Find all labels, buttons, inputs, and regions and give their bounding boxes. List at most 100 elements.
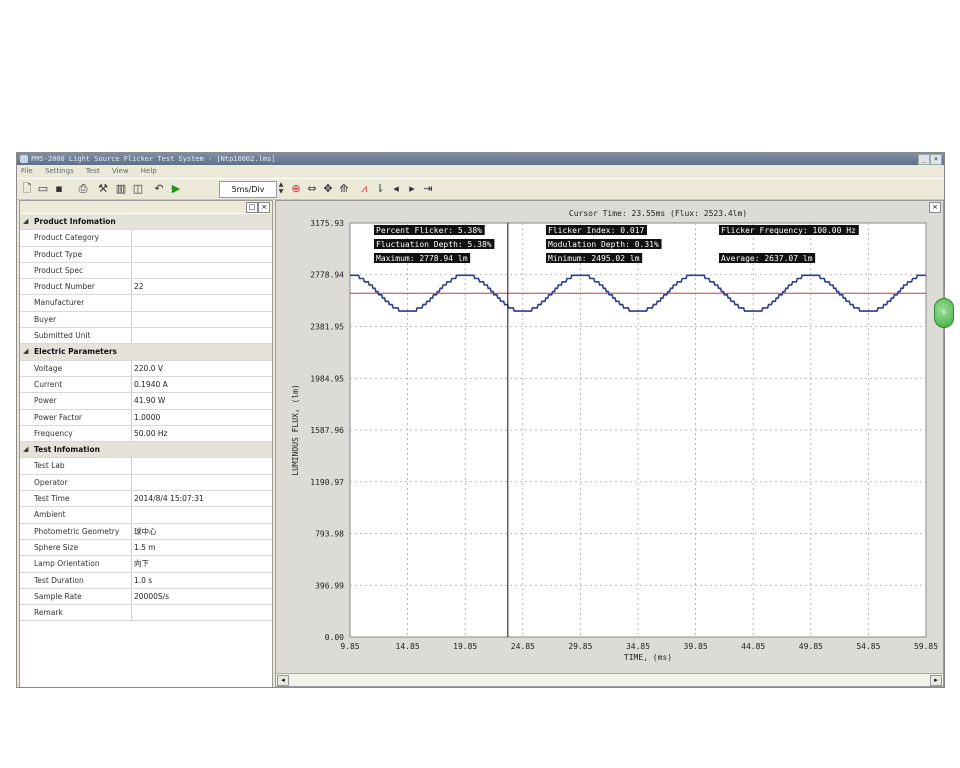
property-row[interactable]: Frequency 50.00 Hz (20, 425, 272, 443)
x-tick-label: 29.85 (568, 642, 592, 651)
property-row[interactable]: Product Spec (20, 262, 272, 280)
property-row[interactable]: Sphere Size 1.5 m (20, 539, 272, 557)
flux-chart[interactable]: 9.85 14.85 19.85 24.85 29.85 34.85 39.85 44.85 4… (276, 201, 943, 673)
y-tick-label: 793.98 (315, 530, 344, 539)
property-value[interactable]: 50.00 Hz (131, 426, 272, 441)
property-key: Operator (32, 474, 132, 491)
property-row[interactable]: Lamp Orientation 向下 (20, 556, 272, 573)
property-row[interactable]: Power 41.90 W (20, 393, 272, 410)
window-icon[interactable]: ◫ (131, 182, 145, 196)
property-key: Photometric Geometry (32, 523, 132, 539)
menu-help[interactable]: Help (141, 167, 157, 175)
property-row[interactable]: Submitted Unit (20, 328, 272, 345)
y-tick-label: 1190.97 (310, 478, 344, 487)
property-key: Product Type (32, 246, 132, 262)
x-tick-label: 39.85 (684, 642, 708, 651)
menu-view[interactable]: View (112, 167, 129, 175)
property-row[interactable]: Product Number 22 (20, 279, 272, 296)
property-row[interactable]: Buyer (20, 311, 272, 329)
property-value[interactable]: 向下 (131, 556, 272, 571)
property-key: Power (32, 393, 132, 409)
scroll-right-icon[interactable]: ▸ (930, 675, 942, 686)
time-div-spinner[interactable]: ▲ ▼ (277, 181, 285, 196)
property-row[interactable]: Operator (20, 474, 272, 492)
prev-icon[interactable]: ◂ (389, 182, 403, 196)
print-icon[interactable]: ⎙ (76, 182, 90, 196)
horizontal-scrollbar[interactable]: ◂ ▸ (276, 673, 943, 686)
x-tick-label: 59.85 (914, 642, 938, 651)
move-icon[interactable]: ✥ (321, 182, 335, 196)
property-value[interactable]: 20000S/s (131, 589, 272, 604)
property-row[interactable]: Product Type (20, 246, 272, 263)
save-icon[interactable]: ▪ (52, 182, 66, 196)
property-category[interactable]: ◢ Electric Parameters (20, 344, 272, 361)
peak-icon[interactable]: ⩘ (357, 182, 371, 196)
x-tick-label: 34.85 (626, 642, 650, 651)
x-tick-label: 14.85 (396, 642, 420, 651)
undo-icon[interactable]: ↶ (152, 182, 166, 196)
property-row[interactable]: Voltage 220.0 V (20, 360, 272, 377)
menu-test[interactable]: Test (86, 167, 100, 175)
side-action-button[interactable]: › (934, 298, 954, 328)
minimize-button[interactable]: _ (918, 154, 930, 165)
pane-restore-icon[interactable]: □ (246, 202, 258, 213)
open-icon[interactable]: ▭ (36, 182, 50, 196)
property-row[interactable]: Test Time 2014/8/4 15:07:31 (20, 491, 272, 508)
property-row[interactable]: Test Lab (20, 458, 272, 475)
property-key: Remark (32, 605, 132, 621)
property-row[interactable]: Product Category (20, 230, 272, 247)
time-div-input[interactable]: 5ms/Div (219, 181, 277, 198)
step-icon[interactable]: ⇂ (373, 182, 387, 196)
chart-pane: × 9.85 14.85 19.85 24.85 29.85 34.85 39.85 44.8… (275, 200, 944, 687)
property-value[interactable]: 2014/8/4 15:07:31 (131, 491, 272, 506)
property-row[interactable]: Ambient (20, 507, 272, 524)
next-icon[interactable]: ▸ (405, 182, 419, 196)
tools-icon[interactable]: ⚒ (96, 182, 110, 196)
property-value[interactable]: 220.0 V (131, 361, 272, 376)
property-value[interactable]: 1.0 s (131, 573, 272, 588)
menu-bar: File Settings Test View Help (17, 165, 944, 177)
menu-settings[interactable]: Settings (45, 167, 74, 175)
category-label: Test Infomation (34, 445, 100, 455)
end-icon[interactable]: ⇥ (421, 182, 435, 196)
fit-icon[interactable]: ⟰ (337, 182, 351, 196)
property-value[interactable]: 22 (131, 279, 272, 294)
property-value[interactable]: 1.5 m (131, 540, 272, 555)
scroll-left-icon[interactable]: ◂ (277, 675, 289, 686)
pane-close-icon[interactable]: × (258, 202, 270, 213)
property-key: Product Category (32, 230, 132, 246)
toolbar: 🗋 ▭ ▪ ⎙ ⚒ ▥ ◫ ↶ ▶ 5ms/Div ▲ ▼ ⊕ ⇔ ✥ ⟰ ⩘ ⇂… (17, 178, 944, 200)
play-icon[interactable]: ▶ (169, 182, 183, 196)
property-value[interactable]: 0.1940 A (131, 377, 272, 392)
pan-icon[interactable]: ⇔ (305, 182, 319, 196)
new-icon[interactable]: 🗋 (20, 182, 34, 196)
property-key: Lamp Orientation (32, 556, 132, 572)
property-key: Submitted Unit (32, 328, 132, 344)
property-row[interactable]: Sample Rate 20000S/s (20, 588, 272, 606)
property-category[interactable]: ◢ Test Infomation (20, 442, 272, 459)
property-row[interactable]: Power Factor 1.0000 (20, 409, 272, 426)
y-tick-label: 1984.95 (310, 374, 344, 383)
chart-icon[interactable]: ▥ (114, 182, 128, 196)
property-grid: ◢ Product Infomation Product Category Produ… (20, 214, 272, 622)
property-row[interactable]: Remark (20, 605, 272, 622)
y-axis-label: LUMINOUS FLUX, (lm) (291, 384, 300, 476)
stat-label: Modulation Depth: 0.31% (548, 240, 659, 249)
property-value[interactable]: 1.0000 (131, 410, 272, 425)
x-tick-label: 54.85 (856, 642, 880, 651)
menu-file[interactable]: File (21, 167, 33, 175)
stat-label: Maximum: 2778.94 lm (376, 254, 468, 263)
property-value[interactable]: 球中心 (131, 524, 272, 539)
property-key: Buyer (32, 311, 132, 328)
y-tick-label: 0.00 (325, 633, 344, 642)
stat-label: Flicker Frequency: 100.00 Hz (721, 226, 856, 235)
property-row[interactable]: Manufacturer (20, 295, 272, 312)
property-key: Product Number (32, 279, 132, 295)
property-row[interactable]: Photometric Geometry 球中心 (20, 523, 272, 540)
property-row[interactable]: Test Duration 1.0 s (20, 572, 272, 589)
property-value[interactable]: 41.90 W (131, 393, 272, 408)
property-category[interactable]: ◢ Product Infomation (20, 214, 272, 231)
property-row[interactable]: Current 0.1940 A (20, 376, 272, 394)
zoom-icon[interactable]: ⊕ (289, 182, 303, 196)
close-button[interactable]: × (930, 154, 942, 165)
